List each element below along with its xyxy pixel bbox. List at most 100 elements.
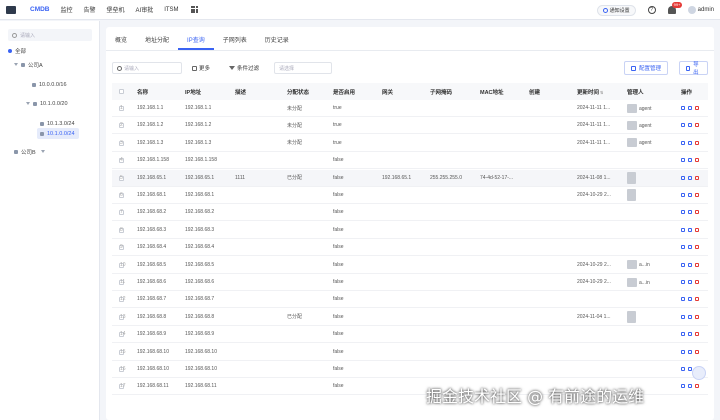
table-row[interactable]: 16 192.168.68.10 192.168.68.10 false: [112, 361, 708, 378]
delete-icon[interactable]: [695, 123, 699, 128]
nav-cmdb[interactable]: CMDB: [30, 6, 50, 13]
edit-icon[interactable]: [688, 332, 692, 337]
table-row[interactable]: 2 192.168.1.2 192.168.1.2 未分配 true 2024-11-11…: [112, 117, 708, 135]
nav-bastion[interactable]: 堡垒机: [107, 5, 125, 14]
table-row[interactable]: 7 192.168.68.2 192.168.68.2 false: [112, 204, 708, 222]
view-icon[interactable]: [681, 367, 685, 371]
export-button[interactable]: 导出: [679, 61, 708, 76]
view-icon[interactable]: [681, 245, 685, 250]
delete-icon[interactable]: [695, 384, 699, 389]
table-row[interactable]: 5 192.168.65.1 192.168.65.1 1111 已分配 false 192…: [112, 169, 708, 187]
edit-icon[interactable]: [688, 349, 692, 354]
col-ip[interactable]: IP地址: [185, 88, 201, 96]
tree-node-company-a[interactable]: 公司A: [14, 59, 43, 70]
edit-icon[interactable]: [688, 262, 692, 267]
table-row[interactable]: 14 192.168.68.9 192.168.68.9 false: [112, 326, 708, 344]
apps-grid-icon[interactable]: [190, 6, 198, 13]
menu-toggle-icon[interactable]: [6, 5, 16, 14]
view-icon[interactable]: [681, 140, 685, 145]
view-icon[interactable]: [681, 314, 685, 319]
view-icon[interactable]: [681, 384, 685, 389]
more-toggle-button[interactable]: 更多: [192, 62, 210, 74]
ip-search-input[interactable]: 请输入: [112, 62, 182, 74]
delete-icon[interactable]: [695, 349, 699, 354]
view-icon[interactable]: [681, 210, 685, 215]
table-row[interactable]: 9 192.168.68.4 192.168.68.4 false: [112, 239, 708, 257]
col-desc[interactable]: 描述: [235, 88, 246, 96]
table-row[interactable]: 10 192.168.68.5 192.168.68.5 false 2024-10-2…: [112, 257, 708, 274]
nav-alerts[interactable]: 告警: [84, 5, 96, 14]
edit-icon[interactable]: [688, 106, 692, 110]
table-row[interactable]: 1 192.168.1.1 192.168.1.1 未分配 true 2024-11-11…: [112, 100, 708, 117]
tree-node-all[interactable]: 全部: [8, 45, 26, 56]
view-icon[interactable]: [681, 332, 685, 337]
edit-icon[interactable]: [688, 158, 692, 163]
bell-icon[interactable]: 99+: [667, 2, 683, 14]
col-status[interactable]: 分配状态: [287, 88, 309, 96]
expand-caret-icon[interactable]: [26, 101, 30, 106]
tab-subnet-list[interactable]: 子网列表: [214, 35, 256, 50]
tree-node-company-b[interactable]: 公司B: [14, 146, 45, 157]
select-all-checkbox[interactable]: [119, 89, 124, 94]
view-icon[interactable]: [681, 175, 685, 180]
nav-ai-approval[interactable]: AI审批: [136, 5, 154, 14]
view-icon[interactable]: [681, 106, 685, 110]
delete-icon[interactable]: [695, 210, 699, 215]
table-row[interactable]: 3 192.168.1.3 192.168.1.3 未分配 true 2024-11-11…: [112, 135, 708, 152]
tab-overview[interactable]: 概览: [106, 35, 136, 50]
delete-icon[interactable]: [695, 297, 699, 302]
view-icon[interactable]: [681, 193, 685, 197]
col-gateway[interactable]: 网关: [382, 88, 393, 96]
delete-icon[interactable]: [695, 262, 699, 267]
tree-search-input[interactable]: 请输入: [8, 29, 92, 41]
help-icon[interactable]: ?: [647, 6, 656, 14]
tab-address-allocation[interactable]: 地址分配: [136, 35, 178, 50]
edit-icon[interactable]: [688, 210, 692, 215]
delete-icon[interactable]: [695, 140, 699, 145]
delete-icon[interactable]: [695, 158, 699, 163]
edit-icon[interactable]: [688, 384, 692, 389]
col-updated[interactable]: 更新时间⇅: [577, 88, 603, 96]
edit-icon[interactable]: [688, 245, 692, 250]
edit-icon[interactable]: [688, 140, 692, 145]
col-name[interactable]: 名称: [137, 88, 148, 96]
delete-icon[interactable]: [695, 227, 699, 232]
expand-caret-icon[interactable]: [40, 149, 45, 154]
edit-icon[interactable]: [688, 193, 692, 197]
edit-icon[interactable]: [688, 280, 692, 284]
view-icon[interactable]: [681, 123, 685, 128]
config-management-button[interactable]: 配置管理: [624, 61, 669, 75]
edit-icon[interactable]: [688, 123, 692, 128]
nav-itsm[interactable]: ITSM: [164, 7, 178, 13]
table-row[interactable]: 8 192.168.68.3 192.168.68.3 false: [112, 222, 708, 239]
view-icon[interactable]: [681, 158, 685, 163]
table-row[interactable]: 13 192.168.68.8 192.168.68.8 已分配 false 2024-1…: [112, 309, 708, 326]
view-icon[interactable]: [681, 297, 685, 302]
view-icon[interactable]: [681, 280, 685, 284]
tab-ip-query[interactable]: IP查询: [178, 35, 214, 50]
delete-icon[interactable]: [695, 193, 699, 197]
delete-icon[interactable]: [695, 245, 699, 250]
tree-node-subnet[interactable]: 10.1.0.0/20: [26, 98, 68, 109]
tree-node-subnet-active[interactable]: 10.1.0.0/24: [37, 128, 79, 139]
table-row[interactable]: 11 192.168.68.6 192.168.68.6 false 2024-10-2…: [112, 274, 708, 291]
edit-icon[interactable]: [688, 175, 692, 180]
delete-icon[interactable]: [695, 175, 699, 180]
delete-icon[interactable]: [695, 280, 699, 284]
nav-monitor[interactable]: 监控: [61, 5, 73, 14]
table-row[interactable]: 6 192.168.68.1 192.168.68.1 false 2024-10-29…: [112, 187, 708, 204]
table-row[interactable]: 12 192.168.68.7 192.168.68.7 false: [112, 291, 708, 309]
col-mac[interactable]: MAC地址: [480, 88, 504, 96]
tree-node-subnet[interactable]: 10.0.0.0/16: [32, 79, 67, 90]
tab-history[interactable]: 历史记录: [256, 35, 298, 50]
view-icon[interactable]: [681, 227, 685, 232]
view-icon[interactable]: [681, 262, 685, 267]
condition-select[interactable]: 请选择: [274, 62, 332, 74]
assistant-float-icon[interactable]: [692, 366, 706, 380]
expand-caret-icon[interactable]: [14, 62, 18, 67]
edit-icon[interactable]: [688, 314, 692, 319]
view-icon[interactable]: [681, 349, 685, 354]
notification-settings-button[interactable]: 通知设置: [596, 4, 636, 16]
delete-icon[interactable]: [695, 314, 699, 319]
col-created[interactable]: 创建: [529, 88, 540, 96]
